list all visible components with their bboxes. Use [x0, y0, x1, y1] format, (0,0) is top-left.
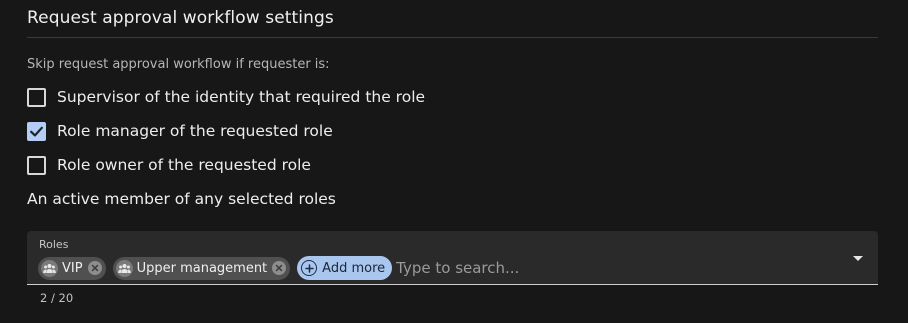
dropdown-arrow-icon[interactable] — [850, 251, 866, 265]
add-more-button[interactable]: Add more — [297, 256, 393, 280]
section-divider — [27, 37, 878, 38]
option-supervisor[interactable]: Supervisor of the identity that required… — [27, 86, 425, 108]
role-chip-label: VIP — [62, 260, 83, 276]
role-chip-vip[interactable]: VIP — [38, 256, 106, 280]
checkmark-icon — [30, 126, 43, 136]
plus-icon — [301, 260, 318, 276]
role-chip-label: Upper management — [136, 260, 268, 276]
active-member-label: An active member of any selected roles — [27, 190, 336, 208]
selection-counter: 2 / 20 — [40, 291, 74, 305]
option-supervisor-label: Supervisor of the identity that required… — [57, 88, 426, 106]
skip-workflow-subheading: Skip request approval workflow if reques… — [27, 57, 330, 72]
option-role-manager-label: Role manager of the requested role — [57, 122, 333, 140]
roles-field[interactable]: Roles VIP Upper management Add more Type… — [27, 231, 878, 285]
remove-chip-icon[interactable] — [272, 261, 287, 275]
checkbox-role-manager[interactable] — [27, 121, 46, 141]
roles-field-label: Roles — [39, 238, 69, 251]
remove-chip-icon[interactable] — [87, 261, 102, 275]
group-icon — [115, 259, 133, 277]
section-title: Request approval workflow settings — [27, 8, 334, 28]
group-icon — [41, 259, 58, 277]
option-role-owner[interactable]: Role owner of the requested role — [27, 154, 311, 176]
role-chip-upper-management[interactable]: Upper management — [112, 256, 291, 280]
roles-chip-list: VIP Upper management Add more Type to se… — [38, 256, 838, 280]
add-more-label: Add more — [322, 260, 386, 276]
roles-search-input[interactable] — [396, 257, 838, 279]
checkbox-role-owner[interactable] — [27, 155, 46, 175]
option-role-owner-label: Role owner of the requested role — [57, 156, 311, 174]
checkbox-supervisor[interactable] — [27, 87, 46, 107]
option-role-manager[interactable]: Role manager of the requested role — [27, 120, 333, 142]
